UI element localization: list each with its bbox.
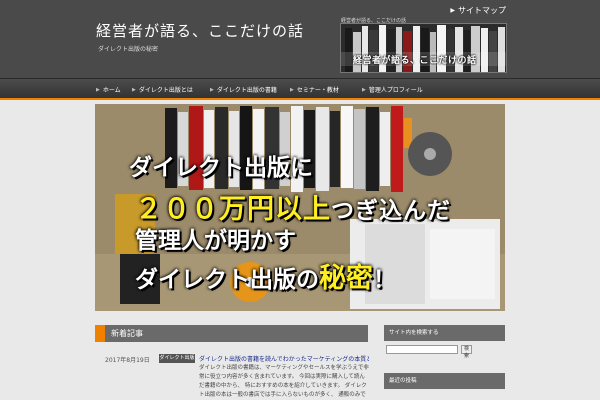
- hero-line-3: 管理人が明かす: [135, 228, 296, 254]
- search-button[interactable]: 検索: [461, 345, 472, 359]
- triangle-right-icon: ▶: [132, 86, 136, 93]
- sidebar-search-widget: サイト内を検索する 検索: [384, 325, 505, 360]
- section-title-new-posts: 新着記事: [95, 325, 368, 342]
- site-description: ダイレクト出版の秘密: [98, 46, 159, 53]
- sidebar-recent-widget: 最近の投稿: [384, 373, 505, 389]
- sidebar-search-title: サイト内を検索する: [384, 325, 505, 341]
- hero-line-4-highlight: 秘密: [319, 263, 373, 294]
- global-nav: ▶ ホーム ▶ ダイレクト出版とは ▶ ダイレクト出版の書籍 ▶ セミナー・教材…: [0, 78, 600, 100]
- sitemap-link[interactable]: ▶ サイトマップ: [450, 5, 506, 16]
- post-date: 2017年8月19日: [105, 357, 150, 364]
- search-input[interactable]: [386, 345, 458, 354]
- post-category-badge[interactable]: ダイレクト出版: [159, 354, 195, 363]
- site-title[interactable]: 経営者が語る、ここだけの話: [96, 20, 304, 41]
- nav-item-about[interactable]: ▶ ダイレクト出版とは: [132, 85, 193, 95]
- triangle-right-icon: ▶: [362, 86, 366, 93]
- triangle-right-icon: ▶: [290, 86, 294, 93]
- triangle-right-icon: ▶: [96, 86, 100, 93]
- header-banner-image[interactable]: 経営者が語る、ここだけの話: [340, 23, 507, 73]
- nav-item-profile[interactable]: ▶ 管理人プロフィール: [362, 85, 423, 95]
- site-header: 経営者が語る、ここだけの話 ダイレクト出版の秘密 ▶ サイトマップ 経営者が語る…: [0, 0, 600, 78]
- header-banner-catch: 経営者が語る、ここだけの話: [353, 56, 477, 66]
- hero-line-4-start: ダイレクト出版の: [135, 267, 319, 293]
- triangle-right-icon: ▶: [210, 86, 214, 93]
- nav-item-seminars[interactable]: ▶ セミナー・教材: [290, 85, 339, 95]
- hero-line-4: ダイレクト出版の秘密！: [135, 256, 396, 295]
- hero-line-2-rest: つぎ込んだ: [331, 198, 451, 224]
- hero-line-1: ダイレクト出版に: [129, 155, 313, 181]
- post-excerpt: ダイレクト出版の書籍は、マーケティングやセールスを学ぶうえで非常に役立つ内容が多…: [199, 365, 369, 398]
- nav-item-books[interactable]: ▶ ダイレクト出版の書籍: [210, 85, 277, 95]
- main-content: 新着記事 2017年8月19日 ダイレクト出版 ダイレクト出版の書籍を読んでわか…: [95, 325, 369, 400]
- nav-item-home[interactable]: ▶ ホーム: [96, 85, 121, 95]
- triangle-right-icon: ▶: [450, 7, 455, 14]
- hero-line-4-end: ！: [373, 267, 396, 293]
- search-form: 検索: [386, 345, 472, 359]
- sitemap-label: サイトマップ: [458, 6, 506, 15]
- sidebar-recent-title: 最近の投稿: [384, 373, 505, 389]
- post-title-link[interactable]: ダイレクト出版の書籍を読んでわかったマーケティングの本質とは: [199, 354, 369, 363]
- hero-banner[interactable]: ダイレクト出版に ２００万円以上つぎ込んだ 管理人が明かす ダイレクト出版の秘密…: [95, 104, 505, 311]
